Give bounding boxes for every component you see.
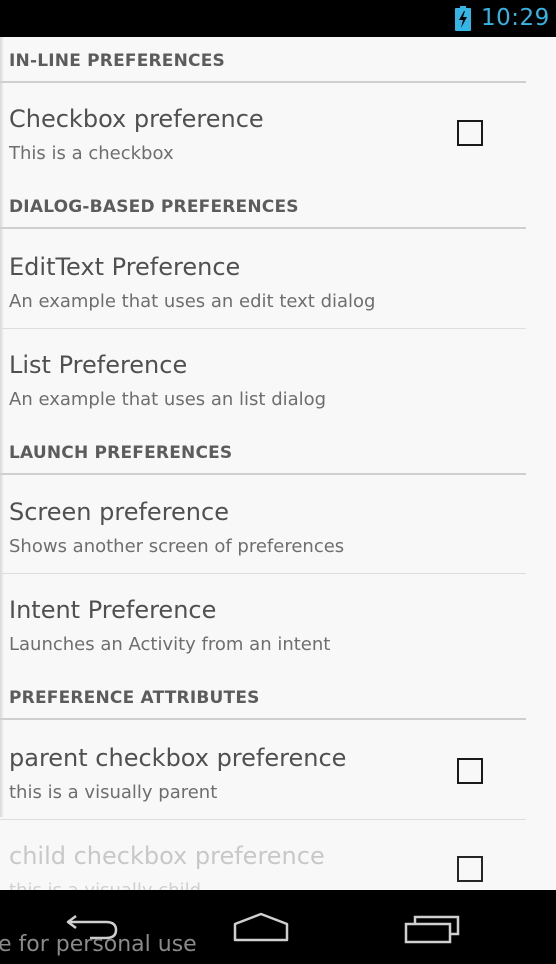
parent-checkbox[interactable] <box>457 758 483 784</box>
pref-summary: this is a visually parent <box>9 782 218 803</box>
watermark-text: e for personal use <box>0 932 197 957</box>
pref-title: EditText Preference <box>9 253 241 281</box>
category-label: PREFERENCE ATTRIBUTES <box>9 688 260 708</box>
pref-summary: this is a visually child <box>9 880 201 890</box>
checkbox-preference[interactable]: Checkbox preference This is a checkbox <box>0 83 526 181</box>
category-divider <box>0 718 526 720</box>
category-label: IN-LINE PREFERENCES <box>9 51 225 71</box>
category-label: LAUNCH PREFERENCES <box>9 443 233 463</box>
pref-title: Screen preference <box>9 498 229 526</box>
category-inline: IN-LINE PREFERENCES <box>0 37 526 83</box>
edittext-preference[interactable]: EditText Preference An example that uses… <box>0 231 526 329</box>
category-dialog: DIALOG-BASED PREFERENCES <box>0 183 526 229</box>
parent-checkbox-preference[interactable]: parent checkbox preference this is a vis… <box>0 722 526 820</box>
child-checkbox-preference: child checkbox preference this is a visu… <box>0 820 526 890</box>
pref-summary: Launches an Activity from an intent <box>9 634 331 655</box>
home-icon[interactable] <box>232 910 290 942</box>
category-attributes: PREFERENCE ATTRIBUTES <box>0 674 526 720</box>
pref-title: Checkbox preference <box>9 105 264 133</box>
pref-summary: This is a checkbox <box>9 143 174 164</box>
recents-icon[interactable] <box>403 912 461 944</box>
category-launch: LAUNCH PREFERENCES <box>0 429 526 475</box>
category-divider <box>0 227 526 229</box>
pref-title: List Preference <box>9 351 188 379</box>
pref-summary: An example that uses an edit text dialog <box>9 291 376 312</box>
status-clock: 10:29 <box>481 5 550 31</box>
pref-title: parent checkbox preference <box>9 744 347 772</box>
pref-title: Intent Preference <box>9 596 217 624</box>
pref-summary: Shows another screen of preferences <box>9 536 345 557</box>
pref-title: child checkbox preference <box>9 842 325 870</box>
checkbox-preference-checkbox[interactable] <box>457 120 483 146</box>
category-divider <box>0 473 526 475</box>
battery-charging-icon <box>455 6 471 31</box>
category-label: DIALOG-BASED PREFERENCES <box>9 197 299 217</box>
pref-summary: An example that uses an list dialog <box>9 389 327 410</box>
child-checkbox <box>457 856 483 882</box>
list-preference[interactable]: List Preference An example that uses an … <box>0 329 526 427</box>
status-bar: 10:29 <box>0 0 556 37</box>
intent-preference[interactable]: Intent Preference Launches an Activity f… <box>0 574 526 672</box>
preference-list[interactable]: IN-LINE PREFERENCES Checkbox preference … <box>0 37 556 890</box>
screen-preference[interactable]: Screen preference Shows another screen o… <box>0 476 526 574</box>
